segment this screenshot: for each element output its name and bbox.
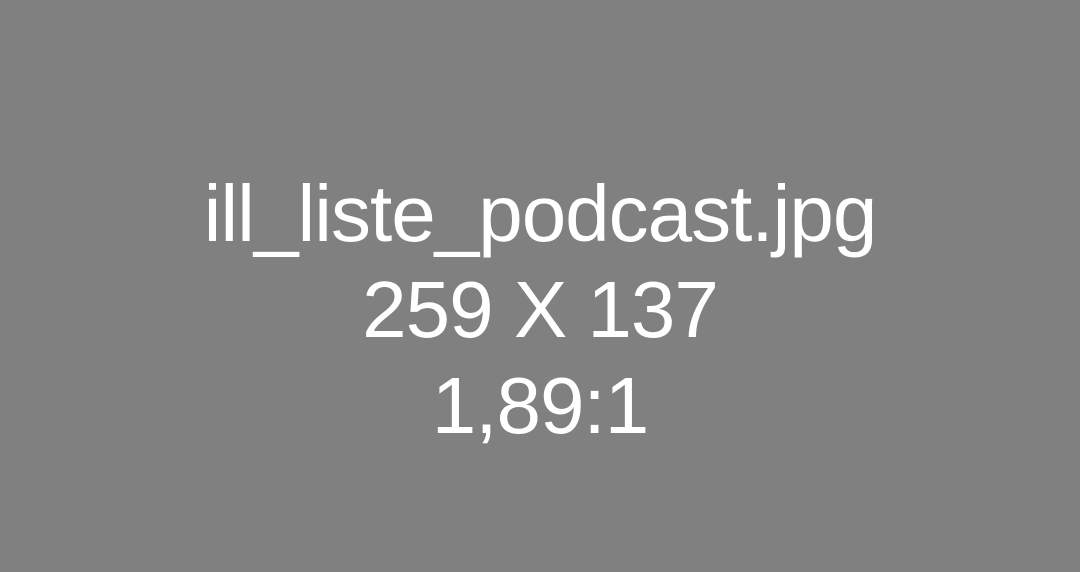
placeholder-dimensions: 259 X 137	[362, 265, 719, 354]
placeholder-ratio: 1,89:1	[431, 361, 649, 450]
image-placeholder: ill_liste_podcast.jpg 259 X 137 1,89:1	[0, 0, 1080, 572]
placeholder-filename: ill_liste_podcast.jpg	[203, 169, 878, 258]
